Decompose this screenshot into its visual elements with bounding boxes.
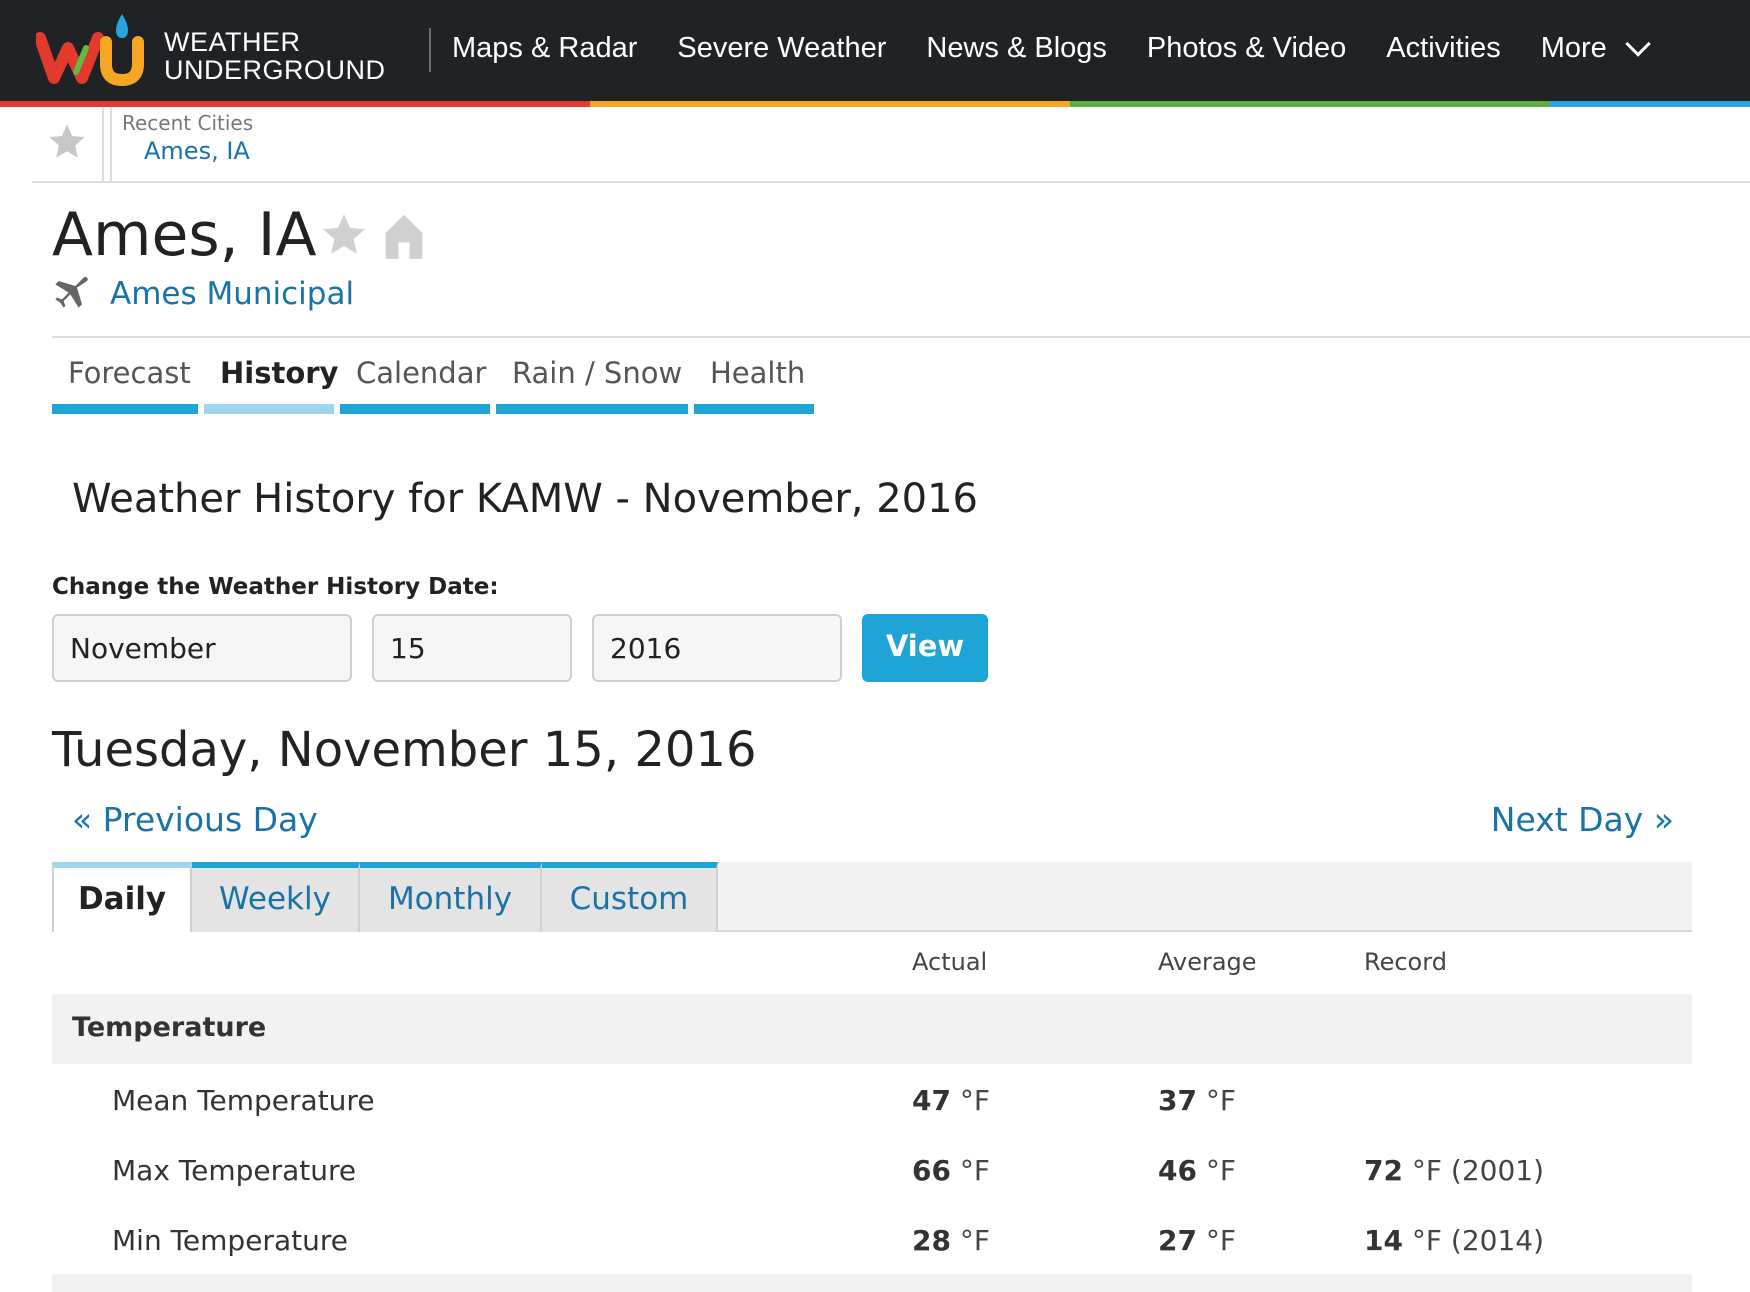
unit: °F — [1411, 1224, 1442, 1257]
nav-news-blogs[interactable]: News & Blogs — [926, 32, 1107, 65]
previous-day-link[interactable]: « Previous Day — [72, 800, 318, 839]
recent-divider — [110, 107, 112, 183]
favorite-star-icon[interactable] — [318, 210, 370, 260]
table-row: Mean Temperature 47 °F 37 °F — [52, 1064, 1692, 1134]
day-select[interactable]: 15 — [372, 614, 572, 682]
station-link[interactable]: Ames Municipal — [110, 276, 354, 312]
wunderground-logo[interactable]: WEATHER UNDERGROUND — [36, 12, 396, 86]
table-row: Max Temperature 66 °F 46 °F 72 °F (2001) — [52, 1134, 1692, 1204]
value: 27 — [1158, 1224, 1197, 1257]
tab-calendar[interactable]: Calendar — [340, 350, 490, 414]
year-select[interactable]: 2016 — [592, 614, 842, 682]
record-value: 72 °F (2001) — [1364, 1154, 1544, 1187]
tab-weekly[interactable]: Weekly — [192, 862, 360, 932]
view-button[interactable]: View — [862, 614, 988, 682]
nav-activities[interactable]: Activities — [1386, 32, 1500, 65]
tab-history[interactable]: History — [204, 350, 338, 414]
unit: °F — [1205, 1154, 1236, 1187]
nav-more[interactable]: More — [1540, 30, 1651, 65]
actual-value: 47 °F — [912, 1084, 990, 1117]
section-tabs: Forecast History Calendar Rain / Snow He… — [52, 350, 820, 414]
unit: °F — [1205, 1224, 1236, 1257]
column-actual: Actual — [912, 948, 988, 976]
unit: °F — [1411, 1154, 1442, 1187]
month-select[interactable]: November — [52, 614, 352, 682]
nav-severe-weather[interactable]: Severe Weather — [677, 32, 886, 65]
change-date-label: Change the Weather History Date: — [52, 574, 499, 600]
record-year: (2001) — [1450, 1154, 1544, 1187]
value: 14 — [1364, 1224, 1403, 1257]
group-label: Temperature — [72, 1012, 267, 1043]
unit: °F — [959, 1154, 990, 1187]
row-label: Min Temperature — [112, 1224, 348, 1257]
nav-divider — [429, 28, 431, 72]
tab-forecast[interactable]: Forecast — [52, 350, 198, 414]
actual-value: 66 °F — [912, 1154, 990, 1187]
nav-maps-radar[interactable]: Maps & Radar — [452, 32, 637, 65]
value: 72 — [1364, 1154, 1403, 1187]
recent-divider — [102, 107, 104, 183]
logo-line-2: UNDERGROUND — [164, 55, 386, 85]
unit: °F — [1205, 1084, 1236, 1117]
value: 46 — [1158, 1154, 1197, 1187]
nav-links: Maps & Radar Severe Weather News & Blogs… — [452, 0, 1687, 97]
tab-monthly[interactable]: Monthly — [360, 862, 542, 932]
next-day-link[interactable]: Next Day » — [1491, 800, 1674, 839]
nav-more-label: More — [1540, 32, 1607, 64]
next-group-row — [52, 1274, 1692, 1292]
column-record: Record — [1364, 948, 1447, 976]
row-label: Max Temperature — [112, 1154, 357, 1187]
header-divider — [52, 336, 1750, 338]
date-title: Tuesday, November 15, 2016 — [52, 722, 757, 778]
star-icon[interactable] — [46, 121, 88, 163]
nav-photos-video[interactable]: Photos & Video — [1147, 32, 1346, 65]
period-tabs: Daily Weekly Monthly Custom — [52, 862, 1692, 932]
top-navigation: WEATHER UNDERGROUND Maps & Radar Severe … — [0, 0, 1750, 101]
tab-rain-snow[interactable]: Rain / Snow — [496, 350, 688, 414]
value: 66 — [912, 1154, 951, 1187]
chevron-down-icon — [1625, 30, 1651, 57]
row-label: Mean Temperature — [112, 1084, 375, 1117]
recent-city-link[interactable]: Ames, IA — [144, 137, 250, 165]
average-value: 27 °F — [1158, 1224, 1236, 1257]
tab-custom[interactable]: Custom — [542, 862, 718, 932]
table-row: Min Temperature 28 °F 27 °F 14 °F (2014) — [52, 1204, 1692, 1274]
logo-line-1: WEATHER — [164, 27, 301, 57]
average-value: 37 °F — [1158, 1084, 1236, 1117]
value: 37 — [1158, 1084, 1197, 1117]
tab-health[interactable]: Health — [694, 350, 814, 414]
actual-value: 28 °F — [912, 1224, 990, 1257]
tab-daily[interactable]: Daily — [52, 862, 192, 932]
recent-cities-bar: Recent Cities Ames, IA — [32, 107, 1750, 183]
value: 47 — [912, 1084, 951, 1117]
temperature-group-row: Temperature — [52, 994, 1692, 1064]
wu-logo-icon — [36, 14, 144, 86]
record-year: (2014) — [1450, 1224, 1544, 1257]
logo-wordmark: WEATHER UNDERGROUND — [164, 28, 386, 84]
average-value: 46 °F — [1158, 1154, 1236, 1187]
city-title: Ames, IA — [52, 200, 317, 270]
value: 28 — [912, 1224, 951, 1257]
history-heading: Weather History for KAMW - November, 201… — [72, 476, 978, 522]
home-icon[interactable] — [382, 210, 426, 260]
column-average: Average — [1158, 948, 1257, 976]
record-value: 14 °F (2014) — [1364, 1224, 1544, 1257]
unit: °F — [959, 1224, 990, 1257]
recent-cities-label: Recent Cities — [122, 111, 254, 135]
airplane-icon — [55, 276, 88, 308]
unit: °F — [959, 1084, 990, 1117]
